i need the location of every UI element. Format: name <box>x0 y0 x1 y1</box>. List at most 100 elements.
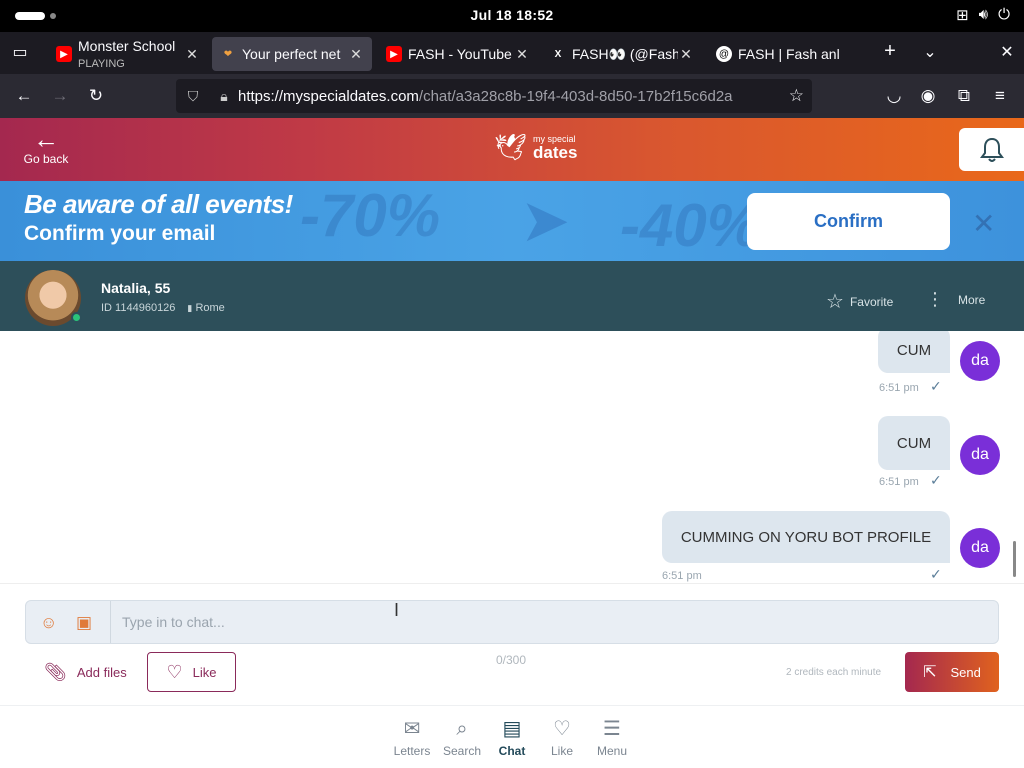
message-text: CUMMING ON YORU BOT PROFILE <box>680 528 932 546</box>
nav-chat[interactable]: ▤ Chat <box>487 718 537 758</box>
url-host: https://myspecialdates.com <box>238 87 419 105</box>
system-clock[interactable]: Jul 18 18:52 <box>0 7 1024 23</box>
site-header: ← Go back 🕊︎ my special dates <box>0 118 1024 181</box>
confirm-email-button[interactable]: Confirm <box>747 193 950 250</box>
tab-fash-threads[interactable]: @ FASH | Fash anl <box>708 37 868 71</box>
hamburger-menu-icon[interactable]: ≡ <box>988 86 1012 106</box>
close-window-icon[interactable]: ✕ <box>995 42 1019 62</box>
forward-arrow-icon[interactable]: → <box>48 86 72 106</box>
online-status-dot <box>71 312 82 323</box>
bookmark-star-icon[interactable]: ☆ <box>789 86 804 106</box>
go-back-label: Go back <box>23 152 69 166</box>
my-avatar[interactable]: da <box>960 435 1000 475</box>
message-composer: ☺ ▣ 📎︎ Add files ♡ Like 0/300 2 credits … <box>0 583 1024 705</box>
paper-plane-icon: ➤ <box>520 187 571 254</box>
paperclip-icon: 📎︎ <box>44 662 67 682</box>
banner-subline: Confirm your email <box>24 222 216 245</box>
shield-icon[interactable]: ⛉ <box>176 88 210 105</box>
system-top-bar: Jul 18 18:52 ⊞ 🔊︎ ⏻ <box>0 0 1024 32</box>
phoenix-logo-icon: 🕊︎ <box>494 132 528 162</box>
read-check-icon: ✓ <box>930 472 942 488</box>
heart-icon: ♡ <box>553 718 571 740</box>
close-tab-icon[interactable]: ✕ <box>348 46 364 63</box>
star-icon: ☆ <box>826 291 844 313</box>
favorite-button[interactable]: ☆ Favorite <box>826 289 893 314</box>
credits-note: 2 credits each minute <box>786 667 882 678</box>
back-arrow-icon[interactable]: ← <box>12 86 36 106</box>
send-button[interactable]: ⇱ Send <box>905 652 999 692</box>
go-back-button[interactable]: ← Go back <box>22 126 70 166</box>
chat-scrollbar[interactable] <box>1013 541 1016 577</box>
reload-icon[interactable]: ↻ <box>84 86 108 106</box>
more-label: More <box>958 292 986 307</box>
url-path: /chat/a3a28c8b-19f4-403d-8d50-17b2f15c6d… <box>418 87 733 105</box>
account-icon[interactable]: ◉ <box>916 86 940 106</box>
chat-messages-area[interactable]: CUM da 6:51 pm ✓ CUM da 6:51 pm ✓ CUMMIN… <box>0 331 1024 583</box>
url-bar[interactable]: ⛉ 🔒︎ https://myspecialdates.com /chat/a3… <box>176 79 812 113</box>
email-confirm-banner: -70% -40% ➤ Be aware of all events! Conf… <box>0 181 1024 261</box>
add-files-button[interactable]: 📎︎ Add files <box>44 662 127 683</box>
italy-flag-icon: ▮ <box>187 303 193 313</box>
volume-icon: 🔊︎ <box>978 6 989 23</box>
pocket-icon[interactable]: ◡ <box>882 86 906 106</box>
nav-label: Menu <box>596 744 628 758</box>
send-icon: ⇱ <box>923 664 937 681</box>
partner-city: Rome <box>195 302 225 314</box>
heart-outline-icon: ♡ <box>166 661 183 682</box>
input-divider <box>110 601 111 643</box>
message-bubble[interactable]: CUM <box>878 331 950 373</box>
lock-icon[interactable]: 🔒︎ <box>210 88 238 105</box>
partner-name[interactable]: Natalia, 55 <box>101 280 170 296</box>
nav-search[interactable]: ⌕ Search <box>437 718 487 758</box>
tab-list-chevron-icon[interactable]: ⌄ <box>918 42 942 62</box>
tab-overview-icon[interactable]: ▭ <box>8 42 32 62</box>
like-button[interactable]: ♡ Like <box>147 652 236 692</box>
close-tab-icon[interactable]: ✕ <box>514 46 530 63</box>
nav-label: Like <box>550 744 573 758</box>
tab-fash-x[interactable]: X FASH👀 (@Fash ✕ <box>542 37 702 71</box>
chat-partner-bar: Natalia, 55 ID 1144960126 ▮ Rome ☆ Favor… <box>0 261 1024 331</box>
tab-title: FASH - YouTube <box>408 46 512 62</box>
banner-deco-discount: -40% <box>620 192 761 259</box>
my-avatar[interactable]: da <box>960 528 1000 568</box>
system-tray[interactable]: ⊞ 🔊︎ ⏻ <box>956 6 1010 24</box>
nav-menu[interactable]: ☰ Menu <box>587 718 637 758</box>
favorite-label: Favorite <box>849 294 894 309</box>
nav-like[interactable]: ♡ Like <box>537 718 587 758</box>
tab-myspecialdates[interactable]: ❤ Your perfect net ✕ <box>212 37 372 71</box>
close-banner-icon[interactable]: ✕ <box>972 207 995 240</box>
search-icon: ⌕ <box>456 718 468 740</box>
youtube-icon: ▶ <box>386 46 402 62</box>
heart-favicon-icon: ❤ <box>223 48 233 60</box>
avatar-initials: da <box>971 352 989 369</box>
notifications-button[interactable] <box>959 128 1024 171</box>
site-logo[interactable]: 🕊︎ my special dates <box>494 132 577 163</box>
close-tab-icon[interactable]: ✕ <box>184 46 200 63</box>
tab-title: Your perfect net <box>242 46 341 62</box>
more-button[interactable]: ⋮ More <box>926 289 985 310</box>
char-counter: 0/300 <box>496 653 527 667</box>
nav-label: Chat <box>498 744 526 758</box>
message-time: 6:51 pm <box>879 382 919 394</box>
chat-input[interactable] <box>122 609 982 635</box>
new-tab-icon[interactable]: + <box>878 40 902 63</box>
message-text: CUM <box>896 434 932 452</box>
my-avatar[interactable]: da <box>960 341 1000 381</box>
avatar-initials: da <box>971 446 989 463</box>
nav-letters[interactable]: ✉ Letters <box>387 718 437 758</box>
browser-tab-bar: ▭ ▶ Monster School PLAYING ✕ ❤ Your perfe… <box>0 32 1024 74</box>
banner-deco-discount: -70% <box>300 182 441 249</box>
tab-playing-label: PLAYING <box>78 58 125 70</box>
emoji-icon[interactable]: ☺ <box>40 613 57 633</box>
sticker-icon[interactable]: ▣ <box>76 613 92 633</box>
tab-monster-school[interactable]: ▶ Monster School PLAYING ✕ <box>48 37 208 71</box>
message-bubble[interactable]: CUM <box>878 416 950 470</box>
partner-id: ID 1144960126 <box>101 302 176 314</box>
close-tab-icon[interactable]: ✕ <box>678 46 694 63</box>
tab-fash-youtube[interactable]: ▶ FASH - YouTube ✕ <box>378 37 538 71</box>
chat-input-box[interactable]: ☺ ▣ <box>25 600 999 644</box>
message-bubble[interactable]: CUMMING ON YORU BOT PROFILE <box>662 511 950 563</box>
extensions-icon[interactable]: ⧉ <box>952 86 976 106</box>
threads-icon: @ <box>716 46 732 62</box>
add-files-label: Add files <box>76 665 127 680</box>
